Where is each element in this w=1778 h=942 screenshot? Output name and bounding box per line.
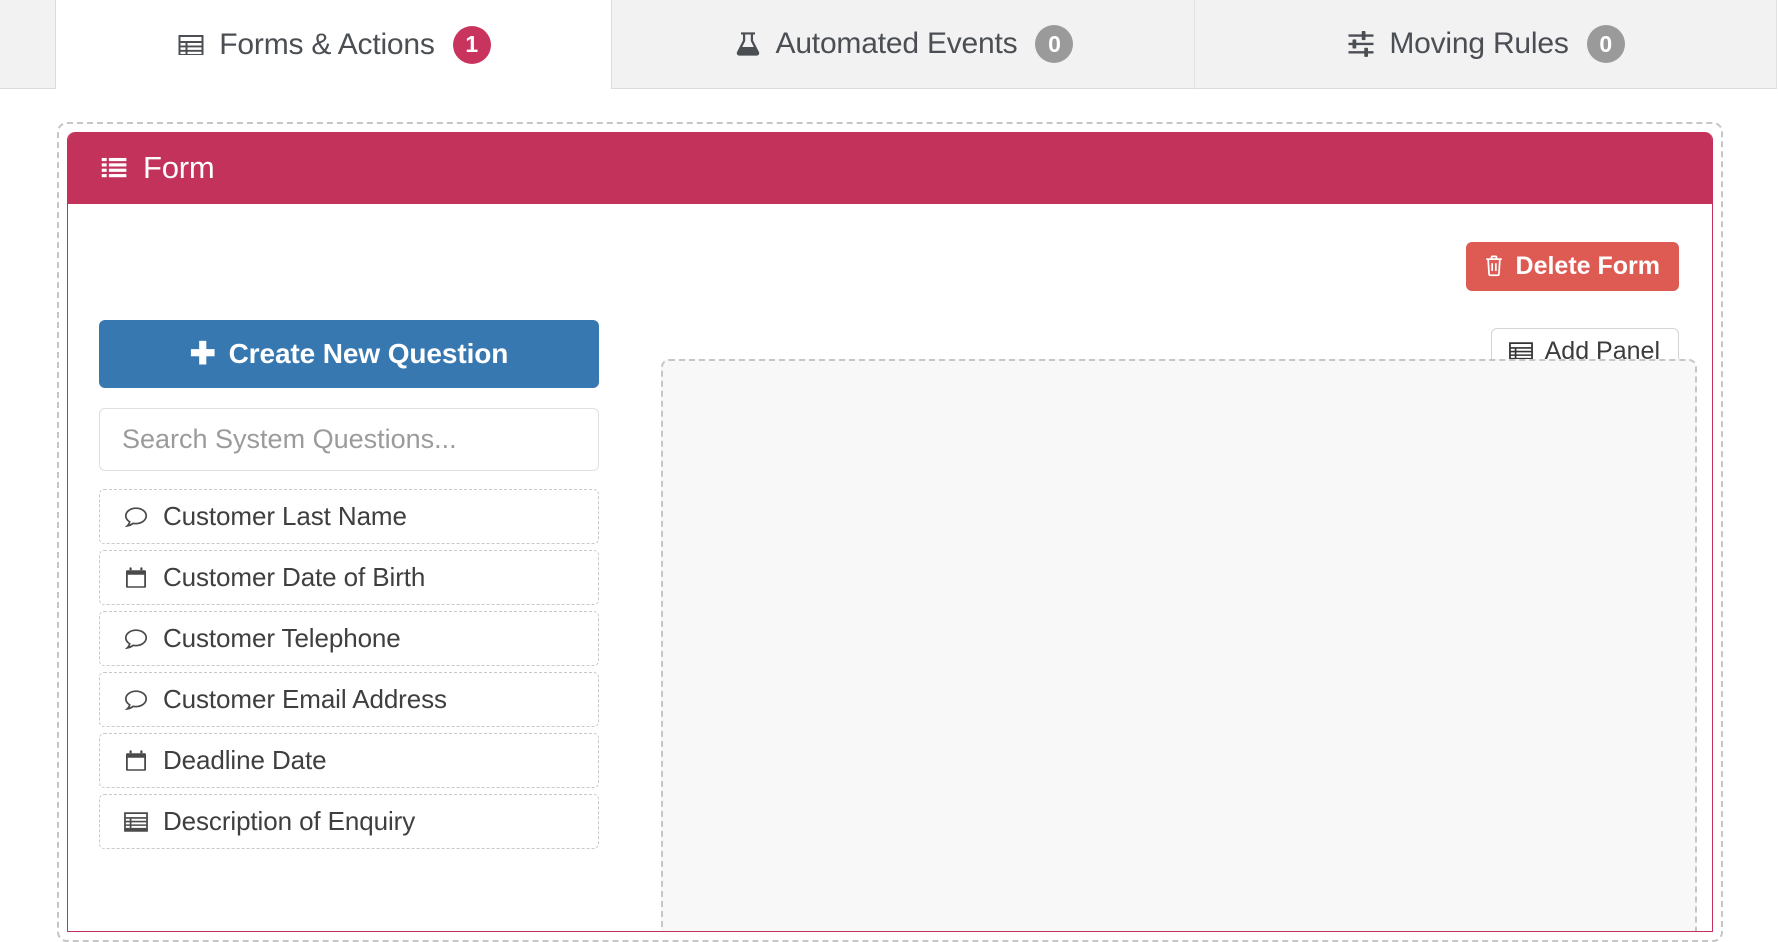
- list-item[interactable]: Customer Last Name: [99, 489, 599, 544]
- list-item-label: Deadline Date: [163, 745, 327, 775]
- panel-drop-zone[interactable]: [661, 359, 1697, 931]
- tab-badge-count: 0: [1586, 25, 1625, 63]
- flask-icon: [733, 29, 763, 59]
- calendar-icon: [123, 566, 149, 590]
- list-item-label: Description of Enquiry: [163, 806, 416, 836]
- form-panel-header: Form: [68, 132, 1712, 204]
- trash-icon: [1483, 253, 1505, 279]
- list-item[interactable]: Customer Date of Birth: [99, 550, 599, 605]
- tab-automated-events[interactable]: Automated Events 0: [612, 0, 1195, 89]
- th-list-icon: [100, 154, 128, 182]
- create-new-question-button[interactable]: ✚ Create New Question: [99, 320, 599, 388]
- tab-forms-and-actions[interactable]: Forms & Actions 1: [56, 0, 612, 89]
- calendar-icon: [123, 749, 149, 773]
- form-panel: Form Delete Form Add Panel ✚ Create New …: [67, 132, 1713, 932]
- tab-label: Forms & Actions: [219, 27, 435, 61]
- plus-icon: ✚: [189, 335, 216, 371]
- list-item-label: Customer Last Name: [163, 501, 407, 531]
- list-item[interactable]: Customer Email Address: [99, 672, 599, 727]
- list-item[interactable]: Deadline Date: [99, 733, 599, 788]
- form-drop-container: Form Delete Form Add Panel ✚ Create New …: [57, 122, 1723, 942]
- list-item-label: Customer Date of Birth: [163, 562, 426, 592]
- comment-icon: [123, 688, 149, 712]
- tab-badge-count: 1: [452, 25, 491, 64]
- question-library-column: ✚ Create New Question Customer Last Name: [99, 204, 599, 855]
- search-input[interactable]: [99, 408, 599, 471]
- list-item[interactable]: Description of Enquiry: [99, 794, 599, 849]
- list-alt-icon: [176, 30, 206, 60]
- tab-label: Moving Rules: [1389, 27, 1569, 60]
- list-item[interactable]: Customer Telephone: [99, 611, 599, 666]
- create-new-question-label: Create New Question: [228, 338, 509, 369]
- tab-moving-rules[interactable]: Moving Rules 0: [1195, 0, 1777, 89]
- list-item-label: Customer Email Address: [163, 684, 447, 714]
- comment-icon: [123, 627, 149, 651]
- tab-badge-count: 0: [1035, 25, 1074, 63]
- comment-icon: [123, 505, 149, 529]
- sliders-icon: [1346, 29, 1376, 59]
- tab-bar: Forms & Actions 1 Automated Events 0 Mov…: [0, 0, 1778, 90]
- system-question-list: Customer Last Name Customer Date of Birt…: [99, 489, 599, 849]
- page-title: Form: [143, 150, 215, 185]
- tab-label: Automated Events: [775, 27, 1018, 60]
- tab-stub-partial[interactable]: [0, 0, 56, 89]
- form-panel-body: Delete Form Add Panel ✚ Create New Quest…: [68, 204, 1712, 931]
- delete-form-button[interactable]: Delete Form: [1465, 242, 1679, 291]
- list-item-label: Customer Telephone: [163, 623, 401, 653]
- delete-form-label: Delete Form: [1515, 251, 1660, 280]
- list-alt-icon: [123, 810, 149, 834]
